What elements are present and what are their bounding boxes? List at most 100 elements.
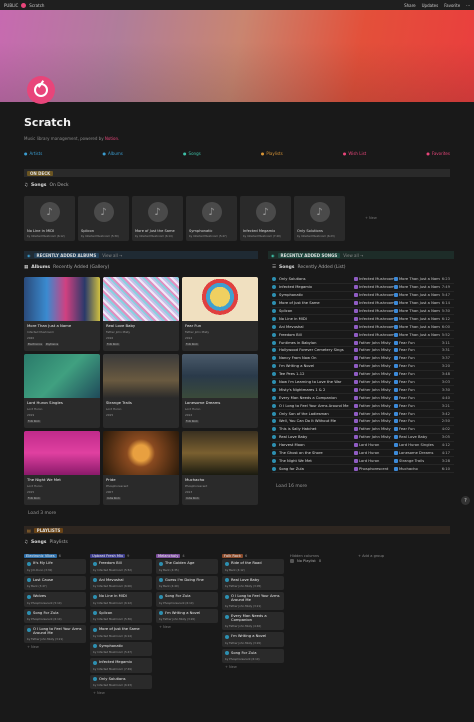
breadcrumb-page[interactable]: Scratch bbox=[29, 3, 44, 8]
on-deck-card[interactable]: ♪ No Line in MIDI by Infected Mushroom (6:… bbox=[24, 196, 75, 241]
song-row[interactable]: O I Long to Feel Your Arms Around Me Fath… bbox=[272, 402, 454, 411]
album-card[interactable]: Lord Huron Singles Lord Huron 2019 Folk Roc… bbox=[24, 354, 100, 428]
songs-filter[interactable]: Recently Added (List) bbox=[297, 265, 345, 270]
board-card[interactable]: Real Love Baby by Father John Misty (3:05… bbox=[222, 575, 284, 590]
nav-link-1[interactable]: ● Albums bbox=[102, 151, 122, 156]
board-card[interactable]: I'm Writing a Novel by Father John Misty … bbox=[156, 608, 218, 623]
column-new-button[interactable]: + New bbox=[156, 625, 218, 629]
board-card[interactable]: Every Man Needs a Companion by Father Joh… bbox=[222, 612, 284, 630]
board-card[interactable]: Wolves by Phosphorescent (5:10) bbox=[24, 592, 86, 607]
album-card[interactable]: The Night We Met Lord Huron 2015 Folk Rock bbox=[24, 431, 100, 505]
album-card[interactable]: Strange Trails Lord Huron 2015 bbox=[103, 354, 179, 428]
help-button[interactable]: ? bbox=[461, 496, 470, 505]
song-row[interactable]: This is Sally Hatchet Father John Misty Fe… bbox=[272, 426, 454, 434]
favorite-button[interactable]: Favorite bbox=[444, 3, 460, 8]
song-row[interactable]: More of Just the Same Infected Mushroom Mo… bbox=[272, 300, 454, 308]
board-card[interactable]: I'm Writing a Novel by Father John Misty … bbox=[222, 632, 284, 647]
board-card[interactable]: O I Long to Feel Your Arms Around Me by F… bbox=[24, 625, 86, 643]
song-row[interactable]: Nancy From Now On Father John Misty Fear F… bbox=[272, 355, 454, 363]
song-row[interactable]: Hollywood Forever Cemetery Sings Father J… bbox=[272, 347, 454, 355]
on-deck-card[interactable]: ♪ More of Just the Same by Infected Mushro… bbox=[132, 196, 183, 241]
board-card[interactable]: The Golden Age by Beck (4:35) bbox=[156, 559, 218, 574]
board-card[interactable]: Symphonatic by Infected Mushroom (5:47) bbox=[90, 641, 152, 656]
album-card[interactable]: Real Love Baby Father John Misty 2016 Folk … bbox=[103, 277, 179, 351]
on-deck-card[interactable]: ♪ Infected Megamix by Infected Mushroom (7… bbox=[240, 196, 291, 241]
song-row[interactable]: Harvest Moon Lord Huron Lord Huron Singles… bbox=[272, 442, 454, 450]
on-deck-card[interactable]: ♪ Splicon by Infected Mushroom (5:30) bbox=[78, 196, 129, 241]
board-card[interactable]: Freedom Bill by Infected Mushroom (5:52) bbox=[90, 559, 152, 574]
album-card[interactable]: Pride Phosphorescent 2007 Indie Rock bbox=[103, 431, 179, 505]
song-row[interactable]: No Line in MIDI Infected Mushroom More Tha… bbox=[272, 315, 454, 324]
on-deck-card[interactable]: ♪ Symphonatic by Infected Mushroom (5:47) bbox=[186, 196, 237, 241]
column-name[interactable]: Upbeat Fresh Mix bbox=[90, 553, 126, 558]
playlists-view[interactable]: ♫ Songs Playlists bbox=[24, 540, 68, 545]
song-row[interactable]: I'm Writing a Novel Father John Misty Fear… bbox=[272, 363, 454, 371]
board-card[interactable]: Ride of the Road by Beck (4:12) bbox=[222, 559, 284, 574]
albums-filter[interactable]: Recently Added (Gallery) bbox=[53, 265, 109, 270]
song-row[interactable]: Only Solutions Infected Mushroom More Than… bbox=[272, 276, 454, 284]
albums-load-more[interactable]: Load 3 more bbox=[28, 511, 56, 516]
board-card[interactable]: More of Just the Same by Infected Mushroo… bbox=[90, 625, 152, 640]
on-deck-filter[interactable]: On Deck bbox=[49, 183, 68, 188]
column-new-button[interactable]: + New bbox=[222, 665, 284, 669]
nav-link-5[interactable]: ● Favorites bbox=[426, 151, 450, 156]
song-row[interactable]: Only Son of the Ladiesman Father John Mis… bbox=[272, 410, 454, 419]
board-card[interactable]: Song For Zula by Phosphorescent (6:10) bbox=[222, 648, 284, 663]
nav-link-3[interactable]: ● Playlists bbox=[261, 151, 283, 156]
hidden-group-no-playlist[interactable]: No Playlist 0 bbox=[290, 559, 350, 563]
board-card[interactable]: O I Long to Feel Your Arms Around Me by F… bbox=[222, 592, 284, 610]
song-row[interactable]: The Night We Met Lord Huron Strange Trails… bbox=[272, 457, 454, 466]
album-card[interactable]: Muchacho Phosphorescent 2013 Indie Rock bbox=[182, 431, 258, 505]
song-row[interactable]: Tee Pees 1-12 Father John Misty Fear Fun 3:… bbox=[272, 371, 454, 379]
song-row[interactable]: Now I'm Learning to Love the War Father J… bbox=[272, 379, 454, 387]
column-new-button[interactable]: + New bbox=[24, 645, 86, 649]
board-card[interactable]: Song For Zula by Phosphorescent (6:10) bbox=[156, 592, 218, 607]
song-row[interactable]: Infected Megamix Infected Mushroom More Th… bbox=[272, 284, 454, 292]
playlists-filter[interactable]: Playlists bbox=[49, 540, 67, 545]
on-deck-card[interactable]: ♪ Only Solutions by Infected Mushroom (6:2… bbox=[294, 196, 345, 241]
column-name[interactable]: Electronic Vibes bbox=[24, 553, 57, 558]
board-card[interactable]: Ani Mevushal by Infected Mushroom (6:00) bbox=[90, 575, 152, 590]
column-name[interactable]: Melancholy bbox=[156, 553, 181, 558]
board-card[interactable]: Infected Megamix by Infected Mushroom (7:… bbox=[90, 658, 152, 673]
album-card[interactable]: Lonesome Dreams Lord Huron 2012 Folk Rock bbox=[182, 354, 258, 428]
on-deck-view[interactable]: ♫ Songs On Deck bbox=[24, 183, 69, 188]
song-row[interactable]: Freedom Bill Infected Mushroom More Than J… bbox=[272, 331, 454, 340]
album-card[interactable]: Fear Fun Father John Misty 2012 Folk Rock bbox=[182, 277, 258, 351]
board-card[interactable]: Guess I'm Doing Fine by Beck (4:49) bbox=[156, 575, 218, 590]
song-row[interactable]: Well, You Can Do It Without Me Father Joh… bbox=[272, 418, 454, 426]
nav-link-2[interactable]: ● Songs bbox=[183, 151, 201, 156]
albums-view[interactable]: ▦ Albums Recently Added (Gallery) bbox=[24, 265, 109, 270]
song-row[interactable]: Splicon Infected Mushroom More Than Just a… bbox=[272, 308, 454, 316]
board-card[interactable]: Only Solutions by Infected Mushroom (6:23… bbox=[90, 674, 152, 689]
song-row[interactable]: Ani Mevushal Infected Mushroom More Than J… bbox=[272, 323, 454, 332]
song-row[interactable]: Symphonatic Infected Mushroom More Than Ju… bbox=[272, 292, 454, 300]
nav-link-4[interactable]: ● Wish List bbox=[343, 151, 366, 156]
more-button[interactable]: ··· bbox=[466, 3, 470, 8]
notion-link[interactable]: Notion. bbox=[105, 136, 119, 141]
song-row[interactable]: Funtimes in Babylon Father John Misty Fear… bbox=[272, 339, 454, 348]
updates-button[interactable]: Updates bbox=[422, 3, 439, 8]
song-row[interactable]: The Ghost on the Shore Lord Huron Lonesome… bbox=[272, 450, 454, 458]
column-name[interactable]: Folk Rock bbox=[222, 553, 243, 558]
board-card[interactable]: Splicon by Infected Mushroom (5:30) bbox=[90, 608, 152, 623]
song-row[interactable]: Song for Zula Phosphorescent Muchacho 6:10 bbox=[272, 465, 454, 474]
songs-view-all[interactable]: View all → bbox=[343, 253, 363, 258]
song-row[interactable]: Every Man Needs a Companion Father John M… bbox=[272, 394, 454, 403]
board-card[interactable]: It's My Life by Jim Dunn (3:30) bbox=[24, 559, 86, 574]
song-row[interactable]: Misty's Nightmares 1 & 2 Father John Mist… bbox=[272, 386, 454, 395]
album-card[interactable]: More Than Just a Name Infected Mushroom 20… bbox=[24, 277, 100, 351]
share-button[interactable]: Share bbox=[404, 3, 416, 8]
add-group-button[interactable]: + Add a group bbox=[358, 552, 384, 559]
albums-view-all[interactable]: View all → bbox=[102, 253, 122, 258]
songs-view[interactable]: ☰ Songs Recently Added (List) bbox=[272, 265, 346, 270]
nav-link-0[interactable]: ● Artists bbox=[24, 151, 42, 156]
board-card[interactable]: No Line in MIDI by Infected Mushroom (6:1… bbox=[90, 592, 152, 607]
board-card[interactable]: Song For Zula by Phosphorescent (6:10) bbox=[24, 608, 86, 623]
song-row[interactable]: Real Love Baby Father John Misty Real Love… bbox=[272, 434, 454, 442]
songs-load-more[interactable]: Load 16 more bbox=[276, 484, 307, 489]
column-new-button[interactable]: + New bbox=[90, 691, 152, 695]
page-icon[interactable] bbox=[27, 76, 55, 104]
board-card[interactable]: Lost Cause by Beck (3:47) bbox=[24, 575, 86, 590]
on-deck-new-button[interactable]: + New bbox=[365, 216, 377, 220]
